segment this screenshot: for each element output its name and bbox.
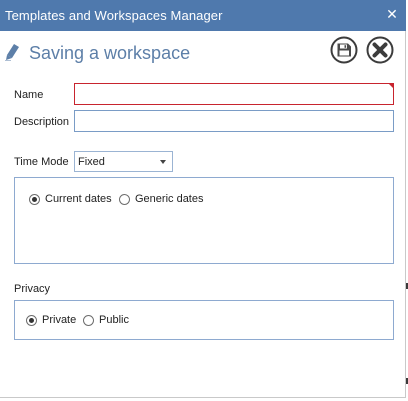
workspace-manager-window: Templates and Workspaces Manager ✕ Savin… (0, 0, 406, 398)
chevron-down-icon (160, 160, 166, 164)
radio-indicator (119, 193, 130, 205)
radio-current-dates[interactable]: Current dates (29, 193, 112, 205)
time-mode-selected-value: Fixed (78, 156, 105, 168)
close-icon[interactable]: ✕ (385, 6, 399, 22)
radio-label: Public (99, 314, 129, 326)
radio-indicator (83, 314, 94, 326)
privacy-label: Privacy (14, 283, 51, 295)
radio-indicator (26, 314, 37, 326)
radio-private[interactable]: Private (26, 314, 76, 326)
time-mode-options-panel: Current dates Generic dates (14, 177, 394, 264)
time-mode-label: Time Mode (14, 156, 69, 168)
save-button[interactable] (330, 36, 358, 64)
radio-label: Current dates (45, 193, 112, 205)
name-field-wrapper (74, 83, 394, 105)
title-bar[interactable]: Templates and Workspaces Manager ✕ (0, 0, 406, 31)
radio-label: Private (42, 314, 77, 326)
description-label: Description (14, 116, 70, 128)
dialog-header: Saving a workspace (0, 31, 406, 72)
window-title: Templates and Workspaces Manager (5, 8, 223, 23)
validation-error-marker (388, 83, 394, 89)
radio-indicator (29, 193, 40, 205)
radio-public[interactable]: Public (83, 314, 129, 326)
radio-generic-dates[interactable]: Generic dates (119, 193, 203, 205)
cancel-button[interactable] (366, 36, 394, 64)
description-input[interactable] (74, 110, 394, 132)
radio-label: Generic dates (135, 193, 204, 205)
name-input[interactable] (79, 84, 389, 104)
pencil-icon (5, 44, 19, 61)
name-label: Name (14, 89, 44, 101)
time-mode-select[interactable]: Fixed (74, 151, 173, 172)
dialog-heading: Saving a workspace (29, 43, 191, 63)
privacy-options-panel: Private Public (14, 300, 394, 340)
floppy-disk-icon (337, 43, 351, 57)
